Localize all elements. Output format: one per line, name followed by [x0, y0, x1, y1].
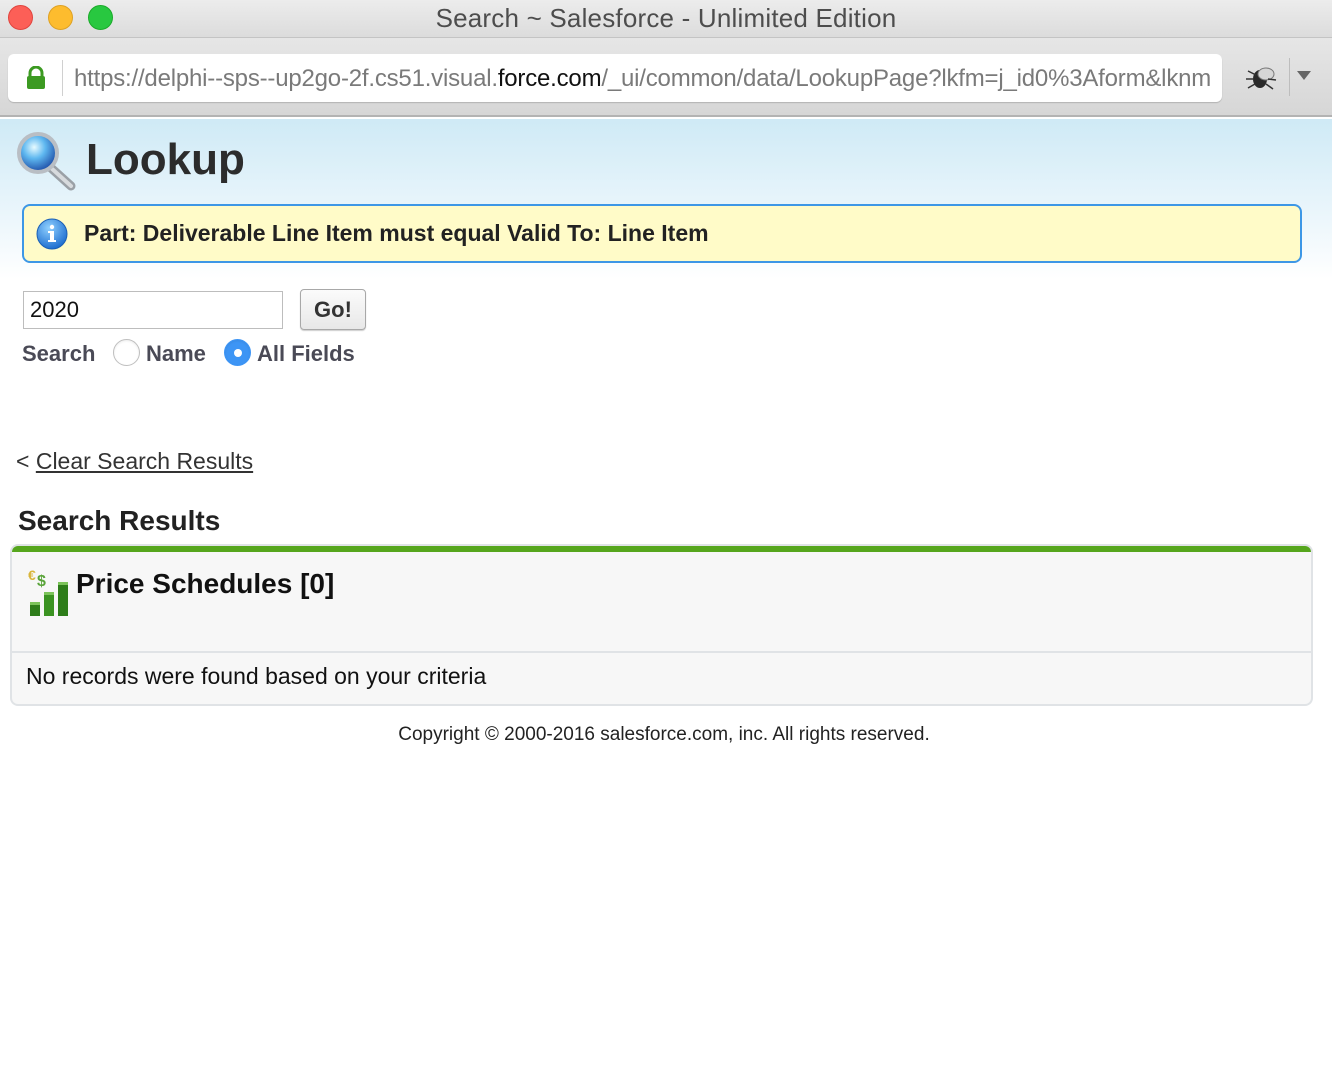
clear-search-row: < Clear Search Results	[16, 448, 253, 475]
chevron-down-icon[interactable]	[1297, 71, 1311, 80]
magnifier-icon	[17, 132, 76, 191]
info-icon	[36, 218, 68, 250]
panel-divider	[12, 651, 1311, 653]
svg-text:$: $	[37, 573, 46, 590]
copyright-footer: Copyright © 2000-2016 salesforce.com, in…	[398, 724, 930, 745]
page-title: Lookup	[86, 135, 245, 184]
radio-all-fields-label[interactable]: All Fields	[257, 341, 355, 367]
go-button[interactable]: Go!	[300, 289, 366, 330]
search-input[interactable]	[23, 291, 283, 329]
lock-icon	[27, 66, 45, 89]
url-host: force.com	[497, 65, 602, 92]
no-records-message: No records were found based on your crit…	[26, 663, 487, 689]
results-panel: € $ Price Schedules [0] No records were …	[12, 546, 1311, 704]
clear-search-results-link[interactable]: Clear Search Results	[36, 448, 253, 474]
svg-text:€: €	[28, 567, 36, 583]
window-title: Search ~ Salesforce - Unlimited Edition	[435, 3, 897, 33]
browser-toolbar: https://delphi--sps--up2go-2f.cs51.visua…	[0, 38, 1332, 117]
url-suffix: /_ui/common/data/LookupPage?lkfm=j_id0%3…	[601, 65, 1212, 92]
lookup-page: Lookup Part: Deliverable Line Item must …	[0, 119, 1332, 1078]
search-scope-label: Search	[22, 341, 96, 366]
address-divider	[62, 60, 63, 96]
price-schedules-title: Price Schedules [0]	[76, 568, 335, 599]
address-bar[interactable]: https://delphi--sps--up2go-2f.cs51.visua…	[8, 54, 1222, 102]
radio-name-label[interactable]: Name	[146, 341, 206, 367]
message-text: Part: Deliverable Line Item must equal V…	[84, 220, 709, 246]
url-prefix: https://delphi--sps--up2go-2f.cs51.visua…	[74, 65, 498, 92]
info-message: Part: Deliverable Line Item must equal V…	[22, 204, 1302, 263]
radio-name[interactable]	[113, 339, 140, 366]
bug-extension-icon[interactable]	[1242, 63, 1280, 93]
search-results-heading: Search Results	[18, 505, 221, 536]
radio-all-fields[interactable]	[224, 339, 251, 366]
window-titlebar: Search ~ Salesforce - Unlimited Edition	[0, 0, 1332, 38]
price-schedule-icon: € $	[28, 567, 68, 616]
url-text[interactable]: https://delphi--sps--up2go-2f.cs51.visua…	[74, 65, 1214, 93]
toolbar-divider	[1289, 58, 1290, 96]
back-chevron: <	[16, 448, 30, 474]
